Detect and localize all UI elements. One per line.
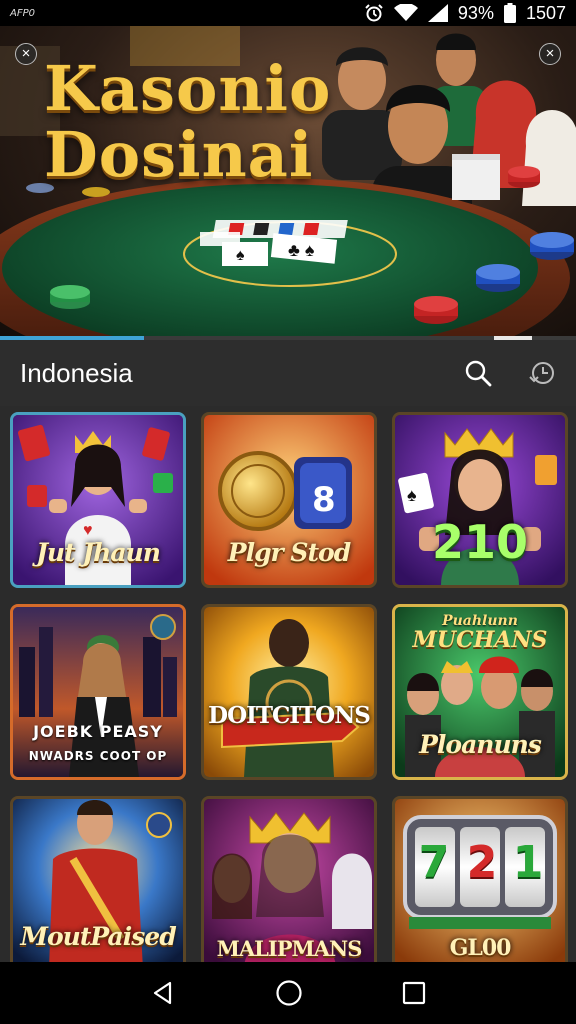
game-tile[interactable]: Puahlunn MUCHANS Ploanuns xyxy=(392,604,568,780)
alarm-icon xyxy=(364,3,384,23)
reel-symbol: 2 xyxy=(466,837,498,888)
game-tile[interactable]: ♥ Jut Jhaun xyxy=(10,412,186,588)
recents-icon[interactable] xyxy=(402,981,426,1005)
back-icon[interactable] xyxy=(150,980,176,1006)
status-bar: AFP0 93% 1507 xyxy=(0,0,576,26)
game-tile[interactable]: DOITCITONS xyxy=(201,604,377,780)
banner-close-right-button[interactable]: × xyxy=(539,43,561,65)
game-tile[interactable]: JOEBK PEASY NWADRS COOT OP xyxy=(10,604,186,780)
svg-text:8: 8 xyxy=(312,480,336,520)
search-icon[interactable] xyxy=(464,359,492,387)
svg-text:♣ ♠: ♣ ♠ xyxy=(288,240,315,260)
history-icon[interactable] xyxy=(528,359,556,387)
game-title: GL00 xyxy=(449,935,512,961)
region-title: Indonesia xyxy=(20,357,133,388)
game-grid: ♥ Jut Jhaun 8 Plgr Stod ♠ 210 JOEBK PEAS… xyxy=(10,412,568,972)
svg-text:♠: ♠ xyxy=(236,247,245,264)
banner-title: Kasonio Dosinai xyxy=(44,56,331,188)
game-tile[interactable]: MALIPMANS xyxy=(201,796,377,972)
promo-banner[interactable]: ♠ ♣ ♠ Kasonio Dosinai × × xyxy=(0,26,576,340)
game-title: MoutPaised xyxy=(20,922,176,951)
game-title: MALIPMANS xyxy=(216,936,363,961)
game-title: Jut Jhaun xyxy=(36,538,161,567)
status-app-label: AFP0 xyxy=(10,7,35,19)
game-tile[interactable]: MoutPaised xyxy=(10,796,186,972)
banner-title-line2: Dosinai xyxy=(44,118,314,191)
svg-text:♥: ♥ xyxy=(83,522,93,539)
banner-close-left-button[interactable]: × xyxy=(15,43,37,65)
svg-text:♠: ♠ xyxy=(407,485,417,505)
battery-percent: 93% xyxy=(457,2,494,23)
game-subtitle: NWADRS COOT OP xyxy=(28,749,168,763)
game-art xyxy=(204,607,374,777)
home-icon[interactable] xyxy=(275,979,303,1007)
game-tile[interactable]: ♠ 210 xyxy=(392,412,568,588)
signal-icon xyxy=(427,4,448,22)
reel-symbol: 7 xyxy=(418,837,450,888)
banner-title-line1: Kasonio xyxy=(44,52,332,125)
battery-icon xyxy=(503,3,516,23)
status-icons: 93% 1507 xyxy=(364,3,566,24)
game-title: Plgr Stod xyxy=(227,538,351,567)
game-title: 210 xyxy=(431,515,529,569)
reel-symbol: 1 xyxy=(512,837,544,888)
game-title: JOEBK PEASY xyxy=(33,722,163,741)
system-nav-bar xyxy=(0,962,576,1024)
game-tile[interactable]: 7 2 1 GL00 xyxy=(392,796,568,972)
section-header: Indonesia xyxy=(0,340,576,406)
game-title-mid: MUCHANS xyxy=(412,627,548,653)
wifi-icon xyxy=(393,4,418,22)
game-title: DOITCITONS xyxy=(208,702,371,729)
game-tile[interactable]: 8 Plgr Stod xyxy=(201,412,377,588)
clock: 1507 xyxy=(525,2,566,23)
game-title: Ploanuns xyxy=(419,730,542,759)
